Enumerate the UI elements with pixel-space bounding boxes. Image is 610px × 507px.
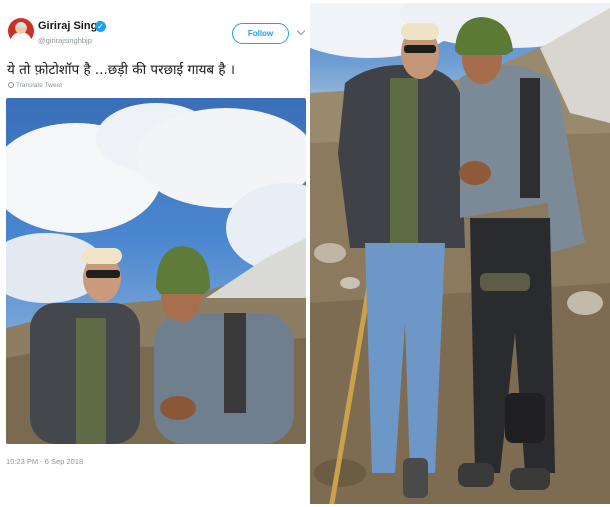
follow-button[interactable]: Follow xyxy=(232,23,289,44)
translate-label: Translate Tweet xyxy=(16,82,62,89)
full-photo xyxy=(310,3,610,504)
avatar[interactable] xyxy=(8,18,34,44)
tweet-text: ये तो फ़ोटोशॉप है ...छड़ी की परछाई गायब … xyxy=(7,62,235,78)
verified-badge-icon: ✓ xyxy=(95,21,106,32)
tweet-card: Giriraj Singh ✓ @girirajsinghbjp Follow … xyxy=(0,0,310,507)
full-photo-scene xyxy=(310,3,610,504)
translate-tweet-link[interactable]: Translate Tweet xyxy=(8,82,62,89)
tweet-photo[interactable] xyxy=(6,98,306,444)
tweet-timestamp[interactable]: 10:23 PM - 6 Sep 2018 xyxy=(6,457,83,466)
tweet-photo-scene xyxy=(6,103,306,444)
globe-icon xyxy=(8,82,14,88)
chevron-down-icon[interactable] xyxy=(296,26,306,36)
author-handle[interactable]: @girirajsinghbjp xyxy=(38,36,92,45)
